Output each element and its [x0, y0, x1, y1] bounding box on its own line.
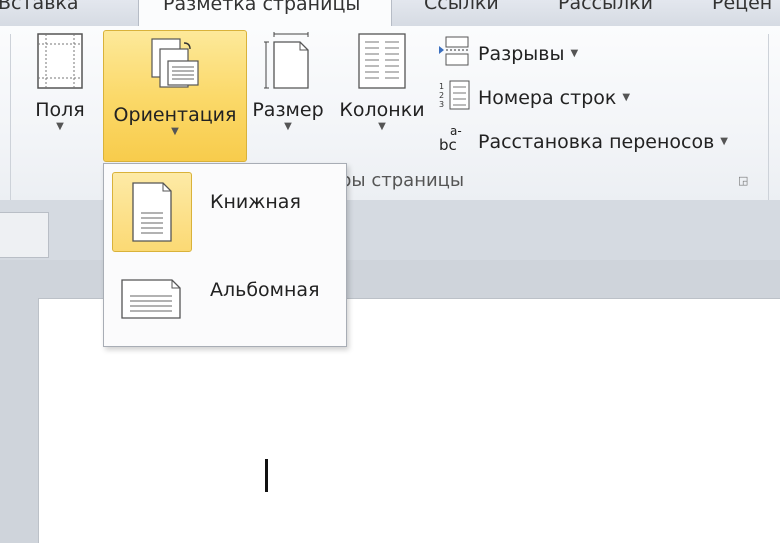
columns-label: Колонки [339, 99, 425, 121]
ruler-corner[interactable] [0, 212, 49, 258]
tab-mailings[interactable]: Рассылки [558, 0, 653, 24]
text-cursor [265, 459, 268, 492]
svg-text:1: 1 [439, 82, 444, 91]
orientation-menu: Книжная Альбомная [103, 163, 347, 347]
chevron-down-icon: ▼ [171, 126, 179, 137]
tab-page-layout[interactable]: Разметка страницы [138, 0, 392, 26]
portrait-icon [112, 172, 192, 252]
margins-button[interactable]: Поля ▼ [22, 32, 98, 132]
chevron-down-icon: ▼ [720, 136, 728, 147]
line-numbers-button[interactable]: 1 2 3 Номера строк ▼ [438, 80, 630, 115]
margins-label: Поля [35, 99, 85, 121]
menu-item-landscape[interactable]: Альбомная [104, 252, 346, 338]
chevron-down-icon: ▼ [622, 92, 631, 103]
svg-text:2: 2 [439, 91, 444, 100]
tab-references[interactable]: Ссылки [424, 0, 499, 24]
orientation-label: Ориентация [113, 104, 237, 126]
tab-review[interactable]: Рецен [712, 0, 772, 24]
line-numbers-icon: 1 2 3 [438, 80, 470, 115]
chevron-down-icon: ▼ [284, 121, 292, 132]
size-button[interactable]: Размер ▼ [250, 32, 326, 132]
margins-icon [36, 33, 84, 95]
breaks-button[interactable]: Разрывы ▼ [438, 36, 578, 71]
group-label: ры страницы [340, 170, 465, 191]
svg-text:3: 3 [439, 100, 444, 109]
portrait-label: Книжная [210, 191, 301, 213]
chevron-down-icon: ▼ [56, 121, 64, 132]
ribbon-tabs: Вставка Разметка страницы Ссылки Рассылк… [0, 0, 780, 27]
size-icon [262, 32, 314, 95]
hyphenation-icon: a- bc [438, 124, 470, 159]
landscape-icon [112, 260, 190, 338]
columns-icon [357, 33, 407, 95]
menu-item-portrait[interactable]: Книжная [104, 164, 346, 252]
breaks-icon [438, 36, 470, 71]
hyphenation-label: Расстановка переносов [478, 130, 715, 153]
breaks-label: Разрывы [478, 42, 565, 65]
chevron-down-icon: ▼ [378, 121, 386, 132]
columns-button[interactable]: Колонки ▼ [335, 32, 429, 132]
svg-text:bc: bc [439, 136, 457, 154]
orientation-button[interactable]: Ориентация ▼ [103, 30, 247, 162]
size-label: Размер [252, 99, 324, 121]
chevron-down-icon: ▼ [570, 48, 579, 59]
tab-insert[interactable]: Вставка [0, 0, 79, 24]
dialog-launcher-icon[interactable]: ◲ [738, 174, 750, 187]
line-numbers-label: Номера строк [478, 86, 617, 109]
landscape-label: Альбомная [210, 279, 320, 301]
hyphenation-button[interactable]: a- bc Расстановка переносов ▼ [438, 124, 728, 159]
orientation-icon [104, 37, 246, 100]
